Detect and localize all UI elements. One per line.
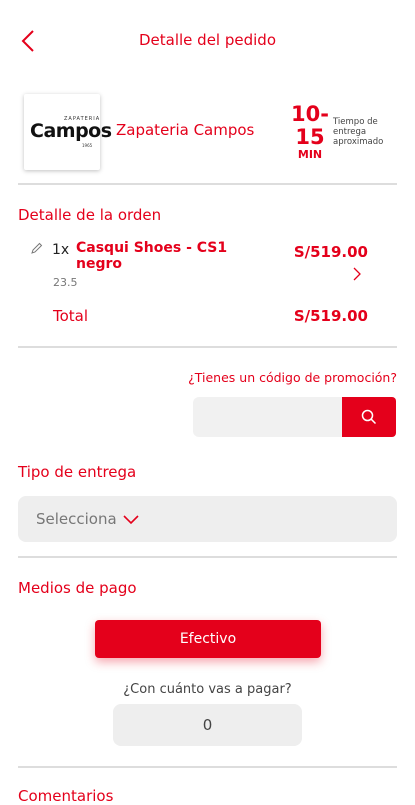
divider [18,556,397,558]
total-label: Total [53,307,89,325]
store-logo: ZAPATERIA Campos 1965 [24,94,112,170]
search-icon [361,409,377,425]
promo-code-input[interactable] [193,397,343,437]
chevron-right-icon[interactable] [352,266,362,282]
eta-label: Tiempo de entrega aproximado [333,117,384,147]
logo-brand-text: Campos [30,120,112,142]
pay-amount-question: ¿Con cuánto vas a pagar? [123,682,292,697]
pencil-edit-icon[interactable] [31,242,43,254]
order-section-title: Detalle de la orden [18,206,162,224]
pay-amount-input[interactable]: 0 [113,704,302,746]
total-value: S/519.00 [293,307,368,325]
promo-code-link[interactable]: ¿Tienes un código de promoción? [188,370,397,385]
page-title: Detalle del pedido [138,31,276,49]
item-quantity: 1x [52,242,70,258]
divider [18,183,397,185]
item-price: S/519.00 [293,243,368,261]
payment-section-title: Medios de pago [18,579,137,597]
promo-search-button[interactable] [342,397,396,437]
chevron-down-icon [123,515,139,525]
delivery-section-title: Tipo de entrega [18,463,137,481]
store-name: Zapateria Campos [116,121,255,139]
delivery-type-select[interactable]: Selecciona [18,496,397,542]
divider [18,766,397,768]
cash-payment-button[interactable]: Efectivo [95,620,321,658]
delivery-select-value: Selecciona [36,510,117,528]
comments-section-title: Comentarios [18,787,114,805]
eta-unit: MIN [297,148,323,161]
eta-to: 15 [295,125,325,149]
divider [18,346,397,348]
logo-sub-text: 1965 [82,143,93,148]
eta-from: 10- [291,102,329,126]
item-variant: 23.5 [53,276,78,289]
item-name: Casqui Shoes - CS1 negro [76,240,228,272]
